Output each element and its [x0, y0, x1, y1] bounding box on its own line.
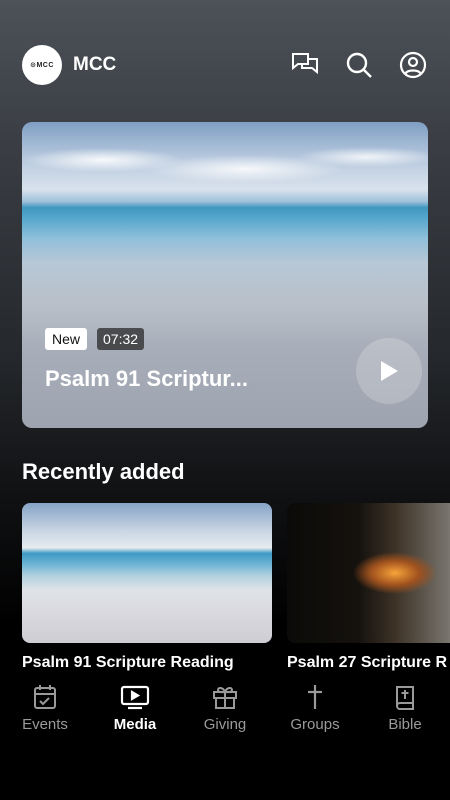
chat-icon[interactable]: [290, 50, 320, 80]
media-card-title[interactable]: Psalm 27 Scripture R: [287, 654, 450, 672]
bible-icon: [394, 682, 416, 712]
app-header: ⊙MCC MCC: [22, 44, 428, 86]
media-card-thumbnail[interactable]: [22, 503, 272, 643]
header-actions: [290, 50, 428, 80]
church-logo[interactable]: ⊙MCC: [22, 45, 62, 85]
tab-label: Media: [113, 716, 157, 733]
tab-label: Giving: [203, 716, 247, 733]
featured-media-card[interactable]: New 07:32 Psalm 91 Scriptur...: [22, 122, 428, 428]
tab-label: Bible: [388, 716, 422, 733]
play-icon: [381, 361, 398, 381]
media-card-thumbnail[interactable]: [287, 503, 450, 643]
play-button[interactable]: [356, 338, 422, 404]
logo-text: ⊙MCC: [30, 62, 54, 69]
app-name: MCC: [73, 54, 117, 75]
tab-giving[interactable]: Giving: [180, 682, 270, 733]
media-card-title[interactable]: Psalm 91 Scripture Reading: [22, 654, 272, 672]
calendar-check-icon: [33, 682, 57, 712]
account-icon[interactable]: [398, 50, 428, 80]
gift-icon: [212, 682, 238, 712]
tab-media[interactable]: Media: [90, 682, 180, 733]
new-badge: New: [45, 328, 88, 350]
tab-groups[interactable]: Groups: [270, 682, 360, 733]
hero-image: [22, 136, 428, 196]
section-title-recently-added: Recently added: [22, 459, 185, 484]
cross-icon: [305, 682, 325, 712]
tab-events[interactable]: Events: [0, 682, 90, 733]
tab-bible[interactable]: Bible: [360, 682, 450, 733]
hero-title: Psalm 91 Scriptur...: [45, 366, 248, 391]
bottom-tab-bar: Events Media Giving Groups Bible: [0, 676, 450, 800]
tab-label: Groups: [290, 716, 340, 733]
duration-badge: 07:32: [97, 328, 145, 350]
tv-play-icon: [120, 682, 150, 712]
hero-badges: New 07:32: [45, 328, 145, 350]
search-icon[interactable]: [344, 50, 374, 80]
tab-label: Events: [22, 716, 68, 733]
